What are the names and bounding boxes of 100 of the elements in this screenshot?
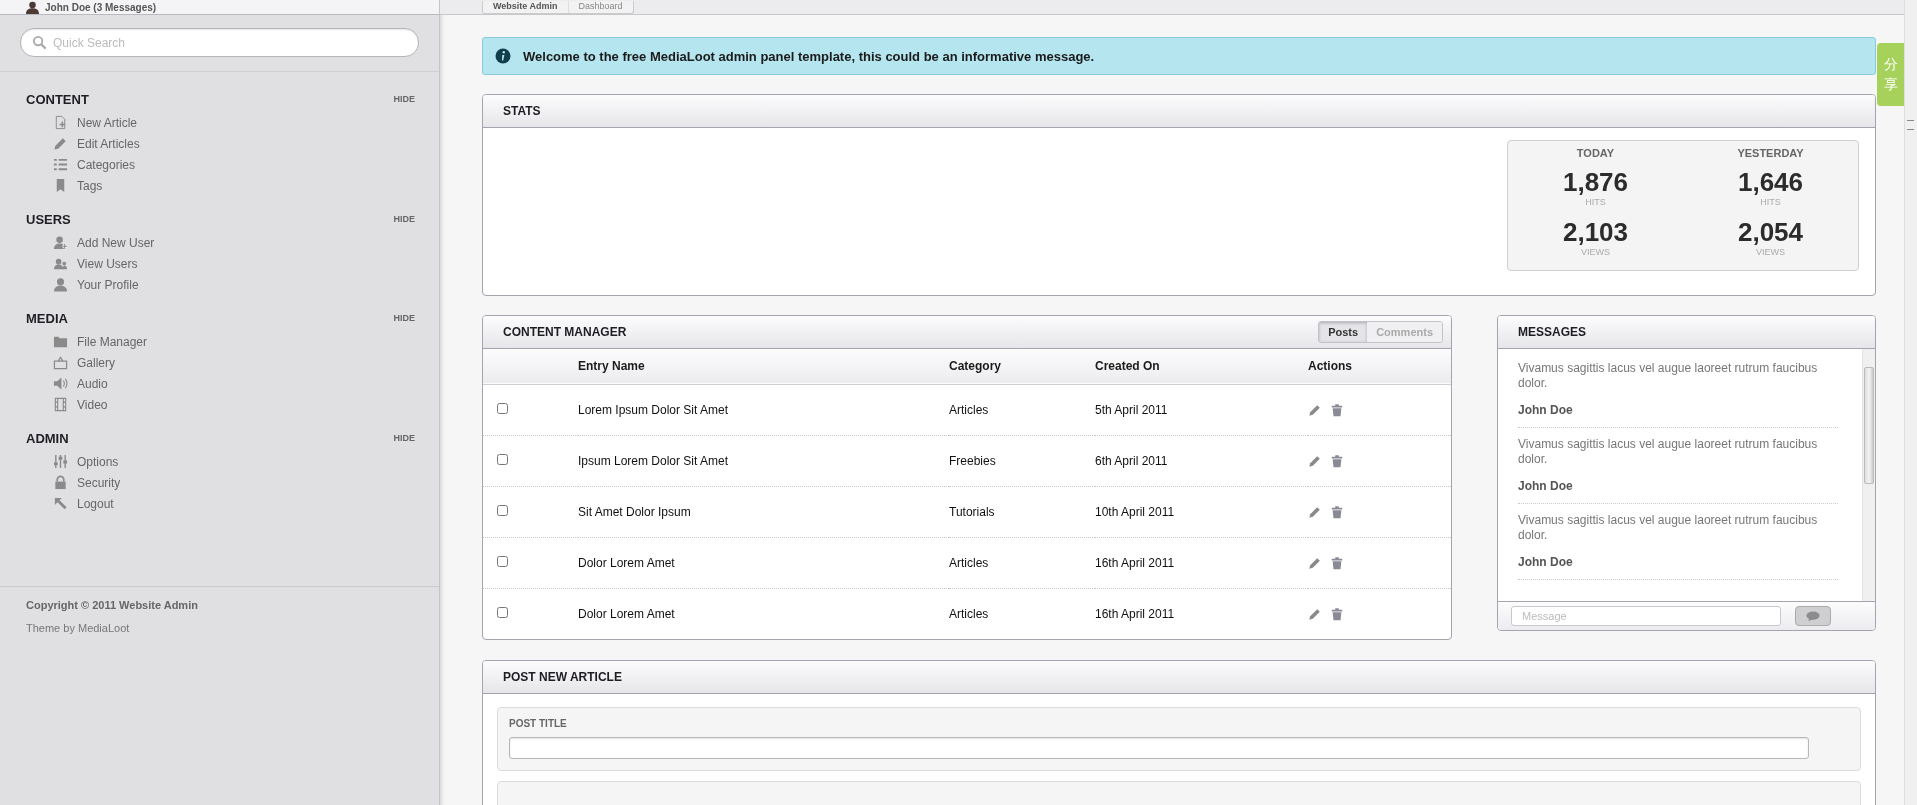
- hide-link[interactable]: HIDE: [393, 313, 415, 323]
- column-header: Created On: [1095, 349, 1308, 384]
- stat-heading: TODAY: [1575, 147, 1616, 159]
- checkbox[interactable]: [497, 504, 508, 516]
- scrollbar[interactable]: [1862, 349, 1875, 601]
- sidebar-item[interactable]: Video: [26, 394, 415, 415]
- table-cell: Lorem Ipsum Dolor Sit Amet: [578, 402, 729, 417]
- credit-text: Theme by MediaLoot: [26, 622, 131, 634]
- sidebar-item[interactable]: Categories: [26, 154, 415, 175]
- trash-icon[interactable]: [1330, 606, 1344, 621]
- sidebar-item[interactable]: Security: [26, 472, 415, 493]
- section-heading: USERS: [26, 211, 71, 227]
- sidebar-item[interactable]: Your Profile: [26, 274, 415, 295]
- send-button[interactable]: [1795, 606, 1831, 626]
- film-icon: [53, 397, 68, 412]
- table-cell: Freebies: [949, 453, 996, 468]
- checkbox[interactable]: [497, 453, 508, 465]
- stat-value: 2,103: [1561, 217, 1630, 247]
- info-icon: [495, 48, 511, 64]
- trash-icon[interactable]: [1330, 504, 1344, 519]
- table-cell: 5th April 2011: [1095, 402, 1168, 417]
- message-field[interactable]: Message: [1511, 606, 1781, 626]
- breadcrumb[interactable]: Dashboard: [567, 1, 633, 13]
- panel-title: POST NEW ARTICLE: [503, 669, 622, 684]
- lock-icon: [53, 475, 68, 490]
- message-text: Welcome to the free MediaLoot admin panel template, this could be an informative message.: [523, 48, 1095, 64]
- speech-bubble-icon: [1806, 610, 1820, 622]
- column-header: Actions: [1308, 349, 1451, 384]
- table-cell: 6th April 2011: [1095, 453, 1168, 468]
- list-icon: [53, 157, 68, 172]
- section-heading: CONTENT: [26, 91, 89, 107]
- sidebar-item[interactable]: Logout: [26, 493, 415, 514]
- message-author: John Doe: [1518, 479, 1574, 493]
- message-author: John Doe: [1518, 403, 1574, 417]
- stat-label: HITS: [1759, 197, 1782, 207]
- hide-link[interactable]: HIDE: [393, 433, 415, 443]
- stat-value: 1,646: [1736, 167, 1805, 197]
- user-avatar-icon: [26, 1, 39, 14]
- user-add-icon: [53, 235, 68, 250]
- pencil-icon[interactable]: [1308, 504, 1322, 519]
- sidebar-item[interactable]: Options: [26, 451, 415, 472]
- table-cell: 16th April 2011: [1095, 555, 1175, 570]
- sidebar-item[interactable]: Audio: [26, 373, 415, 394]
- section-heading: ADMIN: [26, 430, 69, 446]
- trash-icon[interactable]: [1330, 555, 1344, 570]
- search-icon: [32, 35, 47, 50]
- tab[interactable]: Posts: [1319, 322, 1368, 342]
- stat-label: VIEWS: [1580, 247, 1611, 257]
- hide-link[interactable]: HIDE: [393, 94, 415, 104]
- field-label: POST TITLE: [509, 717, 568, 729]
- column-header: Category: [949, 349, 1095, 384]
- table-cell: Articles: [949, 402, 989, 417]
- sidebar-item[interactable]: Edit Articles: [26, 133, 415, 154]
- sidebar-item[interactable]: File Manager: [26, 331, 415, 352]
- user-link[interactable]: John Doe (3 Messages): [45, 2, 157, 14]
- input-field[interactable]: [509, 736, 1809, 759]
- bag-icon: [53, 355, 68, 370]
- user-icon: [53, 277, 68, 292]
- trash-icon[interactable]: [1330, 453, 1344, 468]
- users-icon: [53, 256, 68, 271]
- table-cell: Articles: [949, 555, 989, 570]
- sliders-icon: [53, 454, 68, 469]
- stat-value: 1,876: [1561, 167, 1630, 197]
- message-author: John Doe: [1518, 555, 1574, 569]
- pencil-icon[interactable]: [1308, 453, 1322, 468]
- stat-heading: YESTERDAY: [1736, 147, 1805, 159]
- trash-icon[interactable]: [1330, 402, 1344, 417]
- table-cell: Tutorials: [949, 504, 995, 519]
- speaker-icon: [53, 376, 68, 391]
- message-text: Vivamus sagittis lacus vel augue laoreet rutrum faucibus dolor.: [1518, 437, 1818, 467]
- hide-link[interactable]: HIDE: [393, 214, 415, 224]
- breadcrumb[interactable]: Website Admin: [483, 1, 568, 13]
- table-cell: Dolor Lorem Amet: [578, 555, 675, 570]
- sidebar-item[interactable]: Gallery: [26, 352, 415, 373]
- scrollbar[interactable]: [1904, 0, 1917, 805]
- table-cell: Sit Amet Dolor Ipsum: [578, 504, 691, 519]
- checkbox[interactable]: [497, 606, 508, 618]
- new-document-icon: [53, 115, 68, 130]
- checkbox[interactable]: [497, 555, 508, 567]
- table-cell: 10th April 2011: [1095, 504, 1175, 519]
- table-cell: Articles: [949, 606, 989, 621]
- pencil-icon[interactable]: [1308, 402, 1322, 417]
- pencil-icon[interactable]: [1308, 606, 1322, 621]
- sidebar-item[interactable]: View Users: [26, 253, 415, 274]
- sidebar-item[interactable]: Tags: [26, 175, 415, 196]
- panel-title: STATS: [503, 104, 541, 118]
- stat-value: 2,054: [1736, 217, 1805, 247]
- message-text: Vivamus sagittis lacus vel augue laoreet rutrum faucibus dolor.: [1518, 361, 1818, 391]
- section-heading: MEDIA: [26, 310, 68, 326]
- panel-title: MESSAGES: [1518, 325, 1586, 339]
- folder-icon: [53, 334, 68, 349]
- table-cell: 16th April 2011: [1095, 606, 1175, 621]
- pencil-icon[interactable]: [1308, 555, 1322, 570]
- pencil-icon: [53, 136, 68, 151]
- stat-label: HITS: [1584, 197, 1607, 207]
- stat-label: VIEWS: [1755, 247, 1786, 257]
- checkbox[interactable]: [497, 402, 508, 414]
- search-field[interactable]: Quick Search: [20, 28, 419, 57]
- sidebar-item[interactable]: Add New User: [26, 232, 415, 253]
- sidebar-item[interactable]: New Article: [26, 112, 415, 133]
